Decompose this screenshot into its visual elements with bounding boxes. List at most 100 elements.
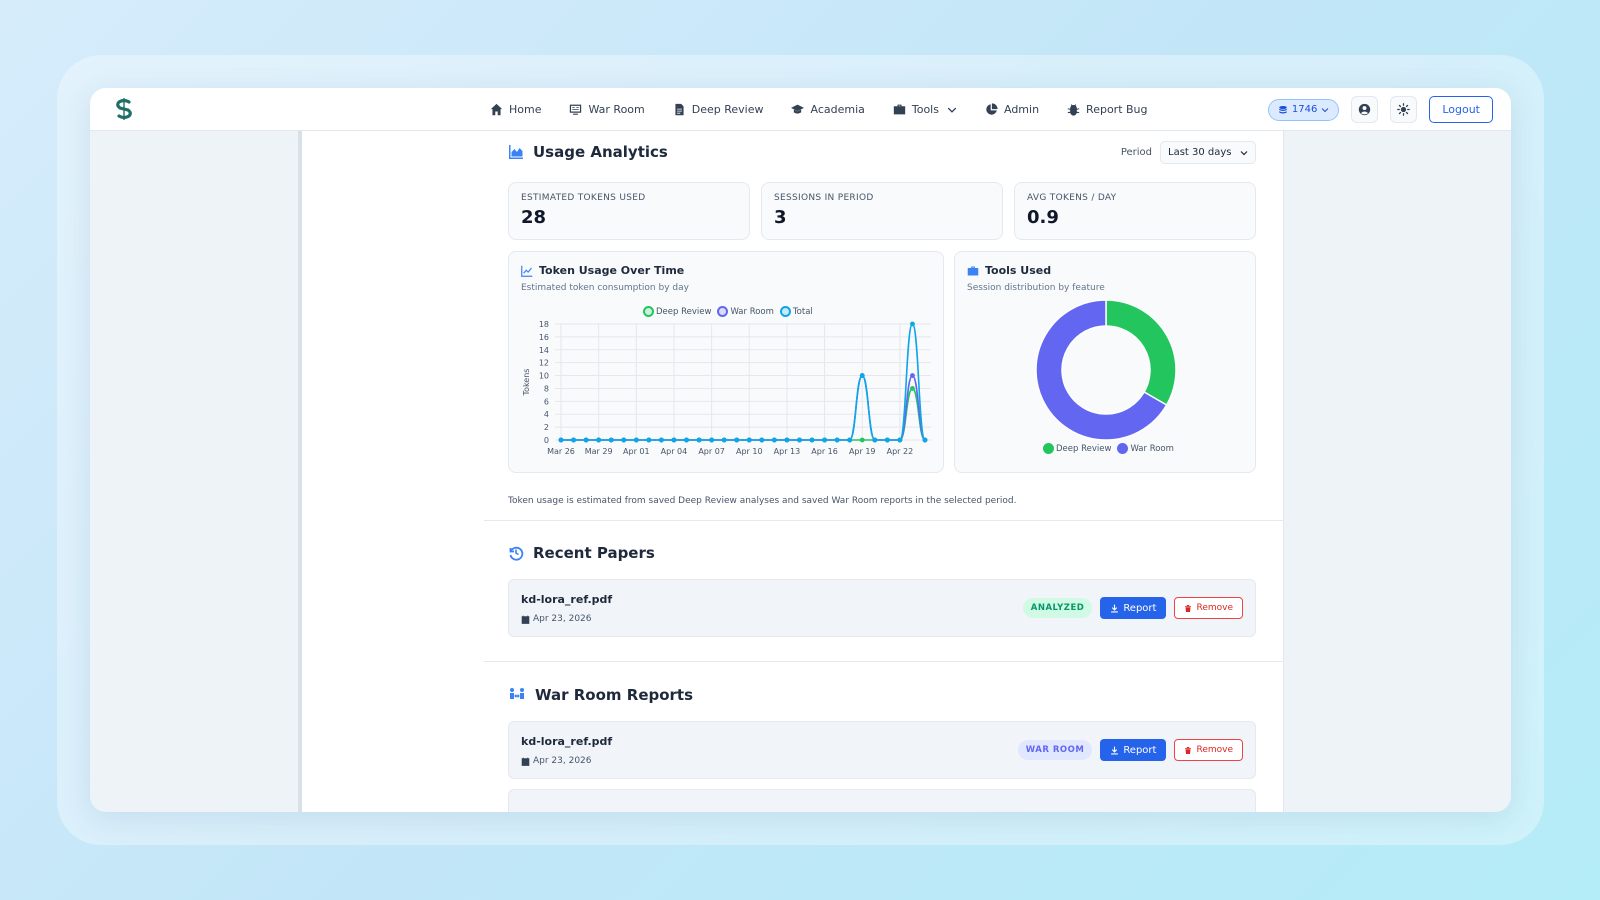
data-point bbox=[721, 437, 727, 443]
remove-button[interactable]: Remove bbox=[1174, 597, 1243, 619]
stat-card: ESTIMATED TOKENS USED 28 bbox=[508, 182, 750, 240]
x-tick-label: Apr 04 bbox=[661, 447, 688, 456]
data-point bbox=[608, 437, 614, 443]
paper-name[interactable]: kd-lora_ref.pdf bbox=[521, 593, 612, 606]
nav-war-room[interactable]: War Room bbox=[569, 103, 645, 116]
stat-label: ESTIMATED TOKENS USED bbox=[521, 193, 646, 203]
data-point bbox=[759, 437, 765, 443]
y-axis-label: Tokens bbox=[522, 369, 531, 397]
x-tick-label: Apr 13 bbox=[774, 447, 801, 456]
x-tick-label: Mar 26 bbox=[547, 447, 575, 456]
data-point bbox=[922, 437, 928, 443]
graduation-cap-icon bbox=[791, 104, 805, 114]
report-name[interactable]: kd-lora_ref.pdf bbox=[521, 735, 612, 748]
data-point bbox=[596, 437, 602, 443]
y-tick-label: 6 bbox=[544, 397, 549, 406]
recent-papers-title: Recent Papers bbox=[508, 544, 655, 562]
stat-card: SESSIONS IN PERIOD 3 bbox=[761, 182, 1003, 240]
y-tick-label: 10 bbox=[539, 372, 549, 381]
data-point bbox=[910, 373, 915, 378]
y-tick-label: 18 bbox=[539, 320, 549, 329]
token-usage-card: Token Usage Over Time Estimated token co… bbox=[508, 251, 944, 473]
y-tick-label: 16 bbox=[539, 333, 549, 342]
nav-home-label: Home bbox=[509, 103, 542, 116]
report-date-text: Apr 23, 2026 bbox=[533, 756, 592, 766]
report-button[interactable]: Report bbox=[1100, 597, 1167, 619]
paper-date-text: Apr 23, 2026 bbox=[533, 614, 592, 624]
nav-report-bug[interactable]: Report Bug bbox=[1067, 103, 1148, 116]
remove-button-label: Remove bbox=[1196, 745, 1233, 755]
data-point bbox=[734, 437, 740, 443]
paper-row: kd-lora_ref.pdf Apr 23, 2026 ANALYZED Re… bbox=[508, 579, 1256, 637]
nav-home[interactable]: Home bbox=[490, 103, 541, 116]
status-badge: WAR ROOM bbox=[1017, 740, 1093, 760]
report-actions: WAR ROOM Report Remove bbox=[1017, 739, 1243, 761]
home-icon bbox=[490, 103, 503, 116]
y-tick-label: 8 bbox=[544, 384, 549, 393]
main-content: Usage Analytics Period Last 30 days ESTI… bbox=[484, 131, 1284, 812]
tools-used-card: Tools Used Session distribution by featu… bbox=[954, 251, 1256, 473]
nav-academia[interactable]: Academia bbox=[791, 103, 865, 116]
chevron-down-icon bbox=[947, 107, 957, 113]
period-select[interactable]: Last 30 days bbox=[1160, 141, 1256, 164]
data-point bbox=[621, 437, 627, 443]
data-point bbox=[571, 437, 576, 443]
calendar-icon bbox=[521, 757, 530, 766]
data-point bbox=[859, 437, 865, 443]
y-tick-label: 14 bbox=[539, 346, 549, 355]
series-line-total bbox=[561, 323, 926, 441]
data-point bbox=[897, 437, 903, 443]
data-point bbox=[834, 437, 840, 443]
user-circle-icon bbox=[1359, 103, 1371, 116]
history-icon bbox=[509, 546, 524, 561]
logout-button[interactable]: Logout bbox=[1429, 96, 1493, 123]
x-tick-label: Apr 22 bbox=[887, 447, 914, 456]
data-point bbox=[709, 437, 715, 443]
pie-chart-icon bbox=[986, 103, 998, 115]
data-point bbox=[671, 437, 677, 443]
period-filter: Period Last 30 days bbox=[1121, 141, 1256, 164]
nav-deep-review[interactable]: Deep Review bbox=[673, 103, 764, 116]
data-point bbox=[784, 437, 790, 443]
legend-swatch bbox=[1117, 443, 1129, 454]
toolbox-icon bbox=[893, 104, 906, 115]
nav-deep-review-label: Deep Review bbox=[691, 103, 764, 116]
donut-legend: Deep Review War Room bbox=[1043, 443, 1174, 454]
x-tick-label: Apr 16 bbox=[811, 447, 838, 456]
report-button[interactable]: Report bbox=[1100, 739, 1167, 761]
legend-item[interactable]: War Room bbox=[1117, 443, 1174, 454]
x-tick-label: Apr 19 bbox=[849, 447, 876, 456]
profile-button[interactable] bbox=[1351, 96, 1379, 123]
period-label: Period bbox=[1120, 147, 1152, 158]
trash-icon bbox=[1185, 746, 1192, 754]
paper-actions: ANALYZED Report Remove bbox=[1022, 597, 1243, 619]
data-point bbox=[558, 437, 564, 443]
data-point bbox=[696, 437, 702, 443]
chevron-down-icon bbox=[1321, 107, 1329, 112]
stat-card: AVG TOKENS / DAY 0.9 bbox=[1014, 182, 1256, 240]
coins-icon bbox=[1279, 105, 1287, 113]
nav-tools[interactable]: Tools bbox=[893, 103, 957, 116]
bug-icon bbox=[1067, 104, 1080, 116]
recent-papers-title-text: Recent Papers bbox=[533, 544, 655, 562]
stat-value: 28 bbox=[521, 207, 547, 228]
x-tick-label: Apr 10 bbox=[736, 447, 763, 456]
y-tick-label: 0 bbox=[544, 436, 549, 445]
stats-row: ESTIMATED TOKENS USED 28 SESSIONS IN PER… bbox=[508, 182, 1256, 240]
sun-icon bbox=[1397, 103, 1411, 116]
app-logo[interactable] bbox=[112, 97, 136, 121]
report-row-partial bbox=[508, 789, 1256, 812]
paper-date: Apr 23, 2026 bbox=[521, 614, 592, 624]
credits-dropdown[interactable]: 1746 bbox=[1267, 98, 1340, 121]
people-arrows-icon bbox=[510, 688, 524, 699]
nav-war-room-label: War Room bbox=[588, 103, 645, 116]
data-point bbox=[822, 437, 827, 443]
nav-admin[interactable]: Admin bbox=[985, 103, 1039, 116]
legend-item[interactable]: Deep Review bbox=[1043, 443, 1111, 454]
nav-report-bug-label: Report Bug bbox=[1086, 103, 1148, 116]
data-point bbox=[884, 437, 890, 443]
area-chart-icon bbox=[509, 145, 523, 159]
remove-button[interactable]: Remove bbox=[1174, 739, 1243, 761]
main-nav: Home War Room Deep Review Academia Tools bbox=[490, 88, 1176, 131]
theme-toggle-button[interactable] bbox=[1390, 96, 1418, 123]
